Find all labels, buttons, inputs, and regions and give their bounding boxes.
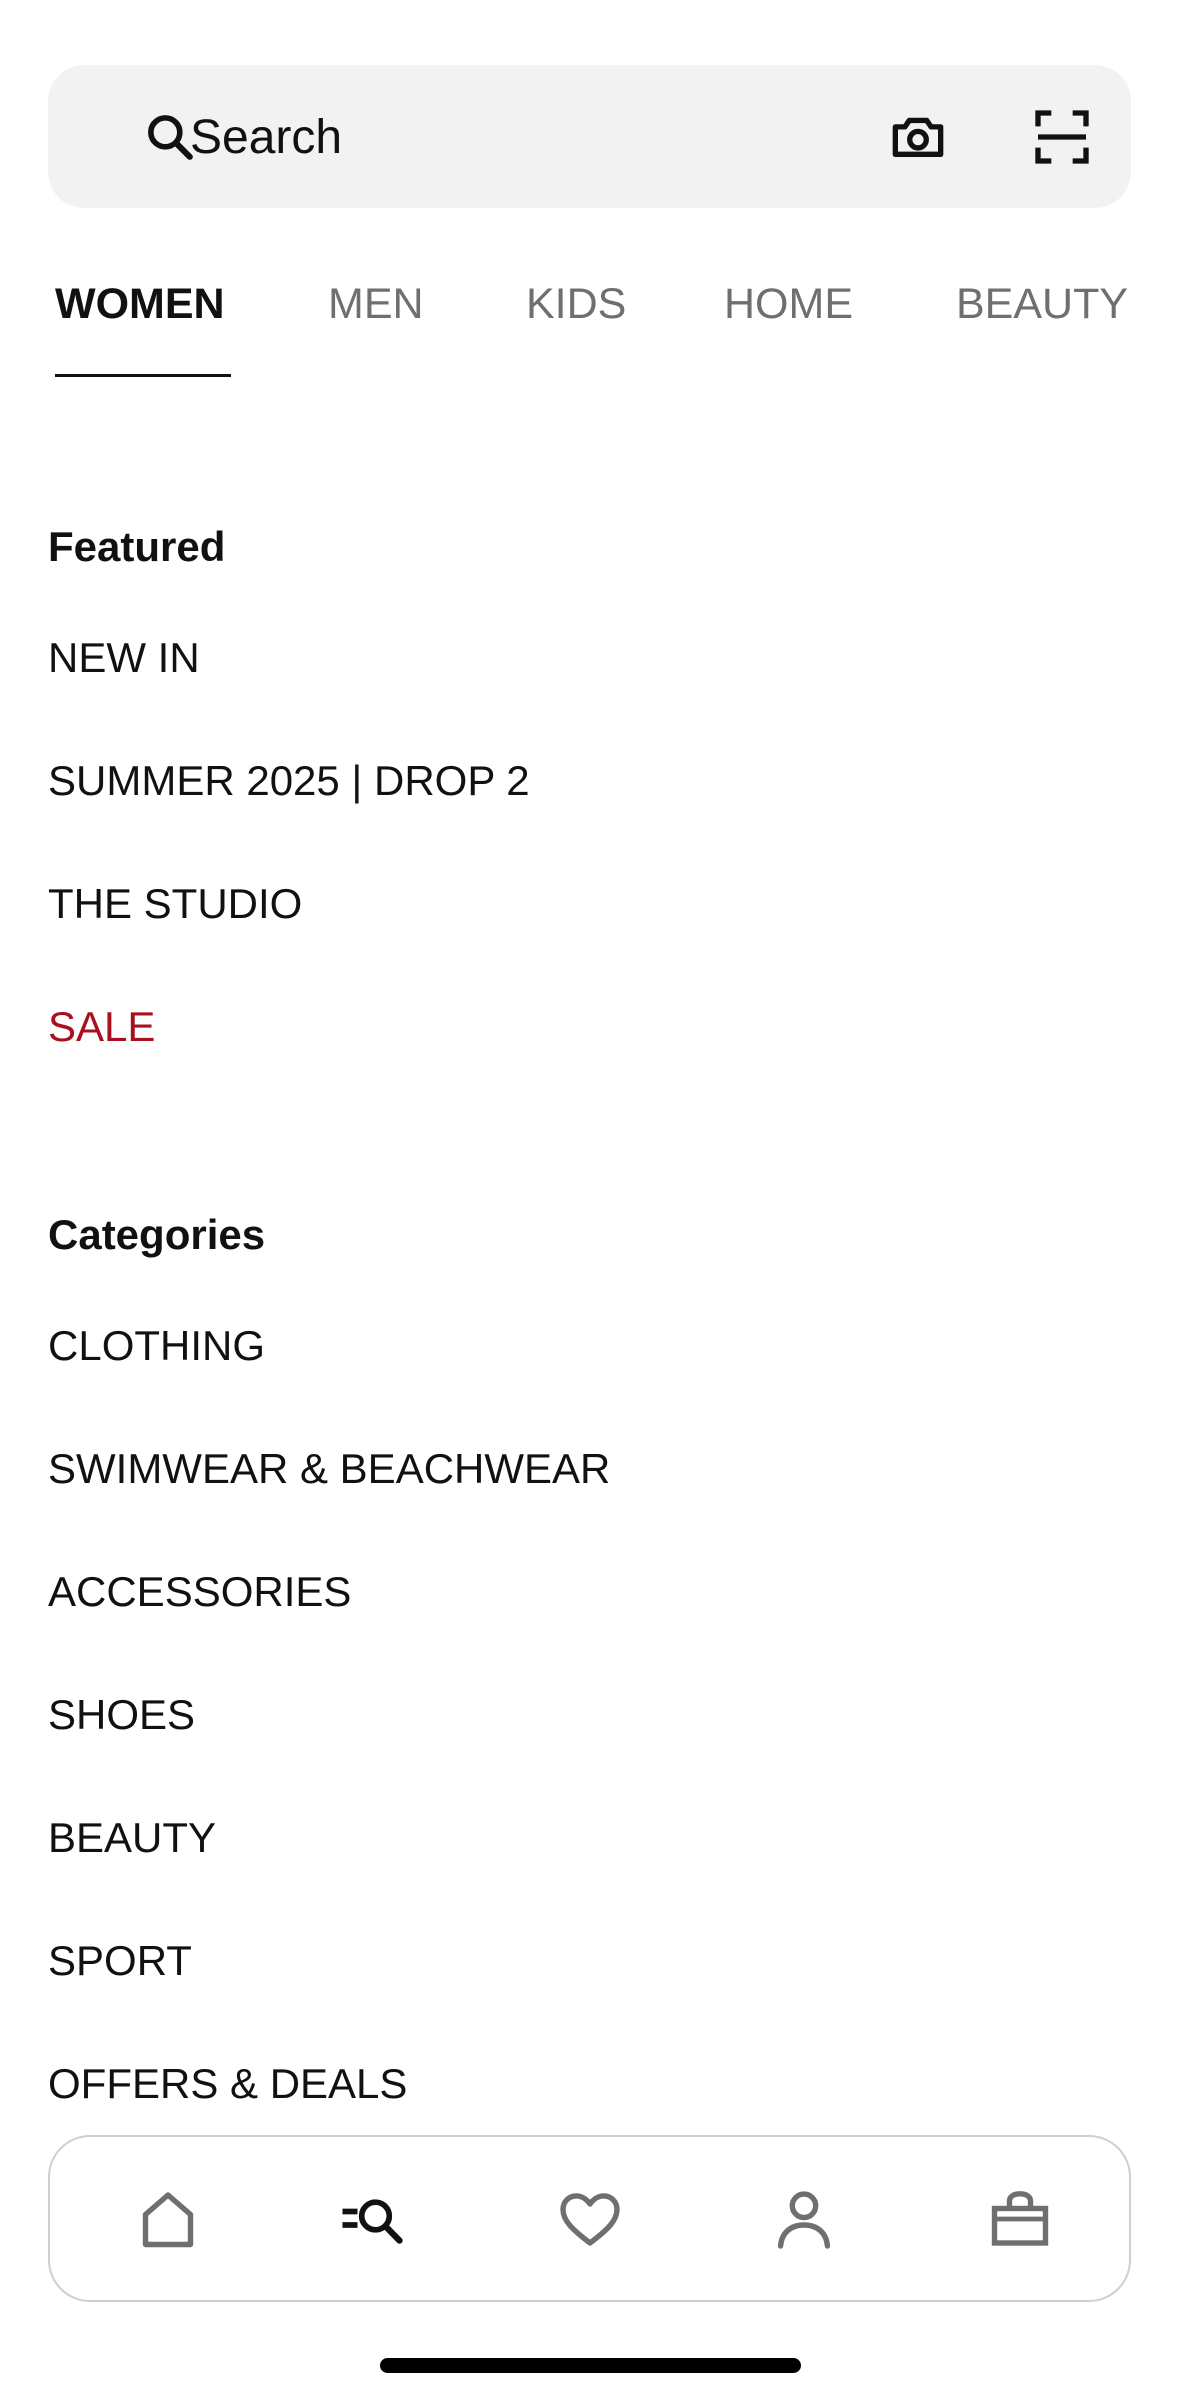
menu-item-sport[interactable]: SPORT <box>48 1937 192 1985</box>
tab-women[interactable]: WOMEN <box>55 280 225 329</box>
active-tab-indicator <box>55 374 231 377</box>
menu-item-summer-drop[interactable]: SUMMER 2025 | DROP 2 <box>48 757 530 805</box>
menu-item-the-studio[interactable]: THE STUDIO <box>48 880 302 928</box>
menu-item-sale[interactable]: SALE <box>48 1003 155 1051</box>
menu-item-offers-deals[interactable]: OFFERS & DEALS <box>48 2060 407 2108</box>
heart-icon[interactable] <box>554 2183 626 2255</box>
menu-item-clothing[interactable]: CLOTHING <box>48 1322 265 1370</box>
shopping-bag-icon[interactable] <box>984 2183 1056 2255</box>
category-tabs: WOMEN MEN KIDS HOME BEAUTY <box>0 270 1179 380</box>
home-indicator <box>380 2358 801 2373</box>
menu-item-swimwear[interactable]: SWIMWEAR & BEACHWEAR <box>48 1445 610 1493</box>
categories-heading: Categories <box>48 1211 266 1258</box>
tab-beauty[interactable]: BEAUTY <box>956 280 1128 329</box>
bottom-nav <box>48 2135 1131 2302</box>
menu-item-beauty[interactable]: BEAUTY <box>48 1814 216 1862</box>
tab-home[interactable]: HOME <box>724 280 853 329</box>
menu-item-new-in[interactable]: NEW IN <box>48 634 200 682</box>
user-icon[interactable] <box>768 2183 840 2255</box>
menu-item-accessories[interactable]: ACCESSORIES <box>48 1568 351 1616</box>
featured-heading: Featured <box>48 523 226 570</box>
menu-item-shoes[interactable]: SHOES <box>48 1691 195 1739</box>
tab-kids[interactable]: KIDS <box>526 280 626 329</box>
browse-search-icon[interactable] <box>338 2183 410 2255</box>
camera-icon[interactable] <box>886 105 950 169</box>
tab-men[interactable]: MEN <box>328 280 424 329</box>
search-bar[interactable] <box>48 65 1131 208</box>
home-icon[interactable] <box>132 2183 204 2255</box>
scan-icon[interactable] <box>1030 105 1094 169</box>
search-input[interactable] <box>190 95 850 179</box>
